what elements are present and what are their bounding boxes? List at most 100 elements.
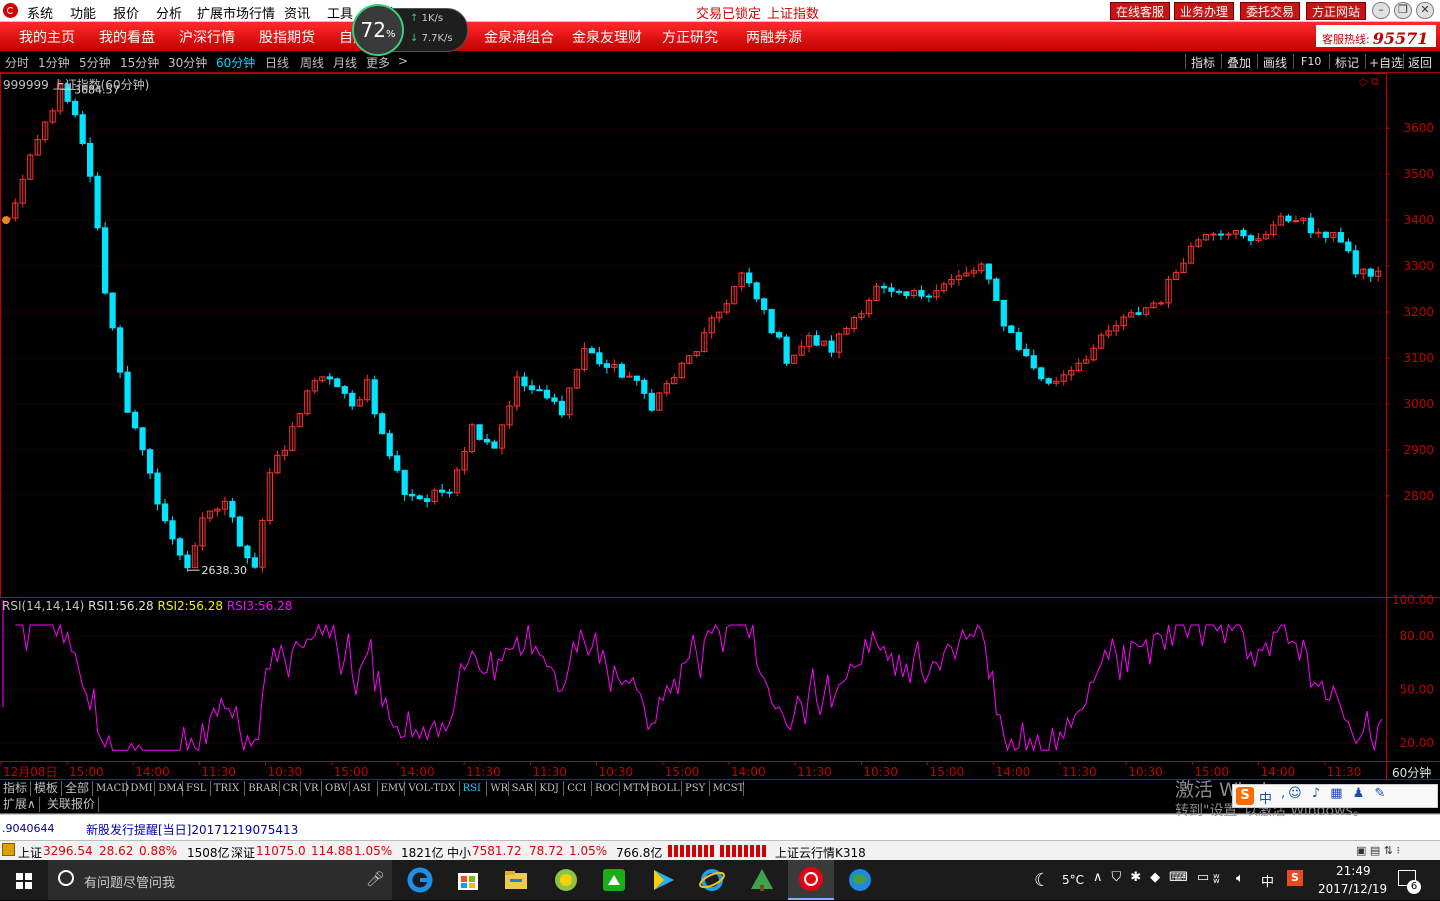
ticker-message[interactable]: 新股发行提醒[当日]20171219075413 [86, 821, 298, 838]
tab-dma[interactable]: DMA [155, 781, 184, 796]
tab-wr[interactable]: WR [487, 781, 509, 796]
chart-area[interactable]: 3684.57 2638.30 2800 2900 3000 3100 3200 3300 3… [0, 73, 1440, 780]
tab-trix[interactable]: TRIX [211, 781, 246, 796]
tool-f10[interactable]: F10 [1301, 55, 1321, 68]
kline-chart[interactable]: 3684.572638.30 2800 2900 3000 3100 3200 3300 3… [0, 73, 1440, 779]
file-explorer-icon[interactable] [502, 867, 530, 893]
sogou-ime-icon[interactable]: S [1236, 787, 1254, 805]
tab-cn-1[interactable]: 模板 [31, 781, 62, 796]
restore-icon[interactable]: ❐ [1394, 2, 1412, 19]
minimize-icon[interactable]: – [1372, 2, 1390, 19]
tab-cci[interactable]: CCI [564, 781, 592, 796]
tool-draw[interactable]: 画线 [1263, 54, 1287, 71]
tab-cn-0[interactable]: 指标 [0, 781, 31, 796]
tool-overlay[interactable]: 叠加 [1227, 54, 1251, 71]
nav-index-futures[interactable]: 股指期货 [259, 27, 315, 47]
tab-macd[interactable]: MACD [93, 781, 129, 796]
period-day[interactable]: 日线 [265, 54, 289, 71]
nav-wealth[interactable]: 金泉友理财 [572, 27, 642, 47]
tab-rsi[interactable]: RSI [460, 781, 488, 796]
period-month[interactable]: 月线 [333, 54, 357, 71]
weather-moon-icon[interactable]: ☾ [1034, 870, 1050, 891]
period-more[interactable]: 更多 [366, 54, 390, 71]
ie-icon[interactable] [698, 867, 726, 893]
tab-vol-tdx[interactable]: VOL-TDX [405, 781, 460, 796]
cloud-quote[interactable]: 上证云行情K318 [775, 844, 866, 861]
tab-fsl[interactable]: FSL [183, 781, 211, 796]
tool-mark[interactable]: 标记 [1335, 54, 1359, 71]
period-60min[interactable]: 60分钟 [216, 54, 255, 71]
ime-tool-icons[interactable]: ,☺ ♪ ▦ ♟ ✎ [1281, 786, 1388, 801]
status-tray-icons[interactable]: ▣ ▤ ⇅ ⁝ [1356, 844, 1400, 857]
store-icon[interactable] [454, 867, 482, 893]
tab-related-quotes[interactable]: 关联报价 [44, 797, 100, 812]
tab-obv[interactable]: OBV [322, 781, 350, 796]
online-service-button[interactable]: 在线客服 [1110, 2, 1171, 20]
app-green-circle-icon[interactable] [552, 867, 580, 893]
network-speed-widget[interactable]: 72% ↑ 1K/s ↓ 7.7K/s [350, 2, 470, 56]
tab-emv[interactable]: EMV [378, 781, 406, 796]
period-week[interactable]: 周线 [300, 54, 324, 71]
edge-icon[interactable] [406, 867, 434, 893]
menu-quote[interactable]: 报价 [113, 3, 139, 22]
app-globe-icon[interactable] [846, 867, 874, 893]
nav-margin[interactable]: 两融券源 [746, 27, 802, 47]
period-5min[interactable]: 5分钟 [79, 54, 111, 71]
hotline-banner[interactable]: 客服热线: 95571 [1316, 25, 1436, 48]
tab-cn-2[interactable]: 全部 [62, 781, 93, 796]
tab-asi[interactable]: ASI [350, 781, 378, 796]
nav-my-home[interactable]: 我的主页 [19, 27, 75, 47]
tab-kdj[interactable]: KDJ [536, 781, 565, 796]
windows-start-icon[interactable] [16, 873, 32, 889]
tool-add-watch[interactable]: +自选 [1369, 54, 1403, 71]
menu-function[interactable]: 功能 [70, 3, 96, 22]
more-arrow-icon[interactable]: > [398, 54, 408, 68]
tray-icons[interactable]: ∧⛉✱◆⌨▭ [1093, 870, 1218, 885]
nav-hs-market[interactable]: 沪深行情 [179, 27, 235, 47]
tab-cr[interactable]: CR [280, 781, 301, 796]
menu-system[interactable]: 系统 [27, 3, 53, 22]
tab-sar[interactable]: SAR [509, 781, 537, 796]
tab-extension[interactable]: 扩展∧ [0, 797, 40, 812]
tab-roc[interactable]: ROC [592, 781, 620, 796]
period-15min[interactable]: 15分钟 [120, 54, 159, 71]
trade-lock-status[interactable]: 交易已锁定 [696, 3, 761, 22]
period-30min[interactable]: 30分钟 [168, 54, 207, 71]
menu-ext-market[interactable]: 扩展市场行情 [197, 3, 275, 22]
app-tree-icon[interactable] [748, 867, 776, 893]
clock-time[interactable]: 21:49 [1336, 864, 1371, 878]
microphone-icon[interactable]: 🎤︎ [366, 870, 385, 888]
menu-info[interactable]: 资讯 [284, 3, 310, 22]
tab-mtm[interactable]: MTM [620, 781, 650, 796]
video-player-icon[interactable] [649, 867, 677, 893]
taskbar-search-box[interactable]: 有问题尽管问我 🎤︎ [48, 860, 392, 900]
weather-temp[interactable]: 5°C [1062, 873, 1084, 887]
volume-icon[interactable]: 🔈︎ [1236, 871, 1244, 886]
business-button[interactable]: 业务办理 [1174, 2, 1235, 20]
website-button[interactable]: 方正网站 [1306, 2, 1367, 20]
nav-portfolio[interactable]: 金泉涌组合 [484, 27, 554, 47]
status-flag-icon[interactable] [2, 843, 15, 856]
nav-my-watch[interactable]: 我的看盘 [99, 27, 155, 47]
close-icon[interactable]: ✕ [1416, 2, 1434, 19]
tab-mcst[interactable]: MCST [710, 781, 744, 796]
period-timeshare[interactable]: 分时 [5, 54, 29, 71]
tab-brar[interactable]: BRAR [245, 781, 280, 796]
clock-date[interactable]: 2017/12/19 [1318, 882, 1387, 896]
tab-boll[interactable]: BOLL [648, 781, 682, 796]
taskbar-active-app[interactable] [788, 860, 834, 900]
tab-dmi[interactable]: DMI [127, 781, 156, 796]
nav-research[interactable]: 方正研究 [662, 27, 718, 47]
ime-toolbar[interactable]: S 中 ,☺ ♪ ▦ ♟ ✎ [1232, 784, 1438, 808]
trade-order-button[interactable]: 委托交易 [1240, 2, 1301, 20]
wifi-icon[interactable]: ʬ [1213, 872, 1220, 887]
tab-vr[interactable]: VR [301, 781, 322, 796]
ime-mode-label[interactable]: 中 [1259, 788, 1272, 807]
chart-corner-icons[interactable]: ◇ ⧉ [1359, 75, 1379, 89]
period-1min[interactable]: 1分钟 [38, 54, 70, 71]
menu-analysis[interactable]: 分析 [156, 3, 182, 22]
tab-psy[interactable]: PSY [682, 781, 710, 796]
app-green-square-icon[interactable] [600, 867, 628, 893]
tool-back[interactable]: 返回 [1408, 54, 1432, 71]
tool-indicator[interactable]: 指标 [1191, 54, 1215, 71]
